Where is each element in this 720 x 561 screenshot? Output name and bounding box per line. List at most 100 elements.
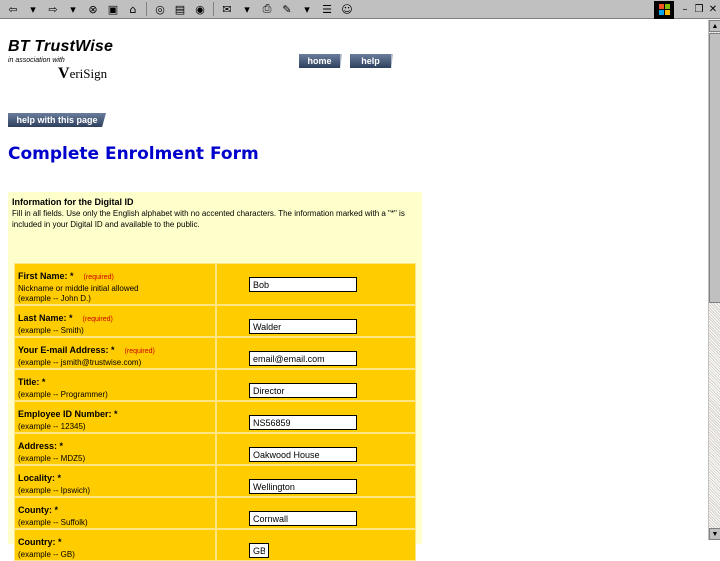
field-label-cell: Your E-mail Address: * (required) (example… [14, 337, 216, 369]
field-label-cell: County: * (example -- Suffolk) [14, 497, 216, 529]
required-note: (required) [124, 348, 155, 355]
field-label-cell: Country: * (example -- GB) [14, 529, 216, 561]
field-label: Title: * [18, 377, 46, 387]
brand-association: in association with [8, 57, 65, 64]
chevron-down-icon[interactable]: ▾ [24, 1, 42, 17]
field-example: (example -- Suffolk) [18, 518, 88, 527]
home-icon[interactable]: ⌂ [124, 1, 142, 17]
page-title: Complete Enrolment Form [8, 144, 259, 164]
field-input-cell [216, 433, 416, 465]
partner-prefix: V [58, 65, 70, 82]
windows-logo-icon [654, 0, 674, 19]
form-row: Employee ID Number: * (example -- 12345) [14, 401, 416, 433]
form-row: Address: * (example -- MDZ5) [14, 433, 416, 465]
stop-icon[interactable]: ⊗ [84, 1, 102, 17]
field-label: Country: * [18, 537, 62, 547]
page-content: BT TrustWise in association with VeriSig… [0, 20, 708, 561]
bt-trustwise-logo: BT TrustWise in association with VeriSig… [8, 38, 113, 83]
info-text: Fill in all fields. Use only the English… [12, 209, 405, 229]
chevron-down-icon[interactable]: ▾ [238, 1, 256, 17]
edit-icon[interactable]: ✎ [278, 1, 296, 17]
messenger-icon[interactable]: ☺ [338, 1, 356, 17]
field-example: (example -- Ipswich) [18, 486, 91, 495]
form-row: Title: * (example -- Programmer) [14, 369, 416, 401]
help-with-this-page-button[interactable]: help with this page [8, 113, 106, 127]
field-label: County: * [18, 505, 58, 515]
help-button[interactable]: help [350, 54, 393, 68]
minimize-icon[interactable]: – [678, 3, 692, 17]
field-label: Locality: * [18, 473, 62, 483]
field-input[interactable] [249, 511, 357, 526]
field-input[interactable] [249, 415, 357, 430]
discuss-icon[interactable]: ☰ [318, 1, 336, 17]
home-button[interactable]: home [299, 54, 342, 68]
brand-name: BT TrustWise [8, 38, 114, 55]
chevron-down-icon[interactable]: ▾ [64, 1, 82, 17]
required-note: (required) [82, 316, 113, 323]
field-input[interactable] [249, 351, 357, 366]
search-icon[interactable]: ◎ [151, 1, 169, 17]
field-input[interactable] [249, 447, 357, 462]
form-row: Locality: * (example -- Ipswich) [14, 465, 416, 497]
field-input-cell [216, 263, 416, 305]
field-label: Address: * [18, 441, 64, 451]
form-row: Last Name: * (required) (example -- Smith) [14, 305, 416, 337]
restore-icon[interactable]: ❐ [692, 3, 706, 17]
history-icon[interactable]: ◉ [191, 1, 209, 17]
scroll-up-icon[interactable]: ▲ [709, 20, 720, 32]
form-row: First Name: * (required) Nickname or middl… [14, 263, 416, 305]
print-icon[interactable]: ⎙ [258, 1, 276, 17]
field-label-cell: Address: * (example -- MDZ5) [14, 433, 216, 465]
field-input-cell [216, 529, 416, 561]
field-input[interactable] [249, 543, 269, 558]
field-input-cell [216, 337, 416, 369]
field-label: Your E-mail Address: * [18, 345, 115, 355]
field-label-cell: Locality: * (example -- Ipswich) [14, 465, 216, 497]
close-icon[interactable]: ✕ [706, 3, 720, 17]
field-example: (example -- GB) [18, 550, 75, 559]
field-example-secondary: (example -- John D.) [18, 294, 91, 303]
field-input-cell [216, 369, 416, 401]
form-row: Your E-mail Address: * (required) (example… [14, 337, 416, 369]
field-example: (example -- MDZ5) [18, 454, 86, 463]
toolbar-divider [213, 2, 214, 16]
form-table: First Name: * (required) Nickname or middl… [14, 263, 416, 561]
partner-rest: eriSign [69, 66, 108, 81]
field-label-cell: First Name: * (required) Nickname or middl… [14, 263, 216, 305]
scroll-down-icon[interactable]: ▼ [709, 528, 720, 540]
field-input[interactable] [249, 277, 357, 292]
enrolment-form: Information for the Digital ID Fill in a… [8, 192, 422, 561]
back-icon[interactable]: ⇦ [4, 1, 22, 17]
field-example: (example -- 12345) [18, 422, 86, 431]
field-label: Last Name: * [18, 313, 73, 323]
field-label-cell: Last Name: * (required) (example -- Smith) [14, 305, 216, 337]
info-title: Information for the Digital ID [12, 197, 134, 207]
refresh-icon[interactable]: ▣ [104, 1, 122, 17]
favorites-icon[interactable]: ▤ [171, 1, 189, 17]
field-input[interactable] [249, 319, 357, 334]
browser-toolbar: ⇦ ▾ ⇨ ▾ ⊗ ▣ ⌂ ◎ ▤ ◉ ✉ ▾ ⎙ ✎ ▾ ☰ ☺ – ❐ ✕ [0, 0, 720, 19]
form-row: Country: * (example -- GB) [14, 529, 416, 561]
field-input[interactable] [249, 383, 357, 398]
field-example: (example -- Programmer) [18, 390, 108, 399]
verisign-logo: VeriSign [58, 65, 113, 83]
field-input[interactable] [249, 479, 357, 494]
field-input-cell [216, 305, 416, 337]
field-input-cell [216, 497, 416, 529]
field-example: Nickname or middle initial allowed [18, 284, 139, 293]
mail-icon[interactable]: ✉ [218, 1, 236, 17]
field-input-cell [216, 465, 416, 497]
field-example: (example -- Smith) [18, 326, 84, 335]
window-controls: – ❐ ✕ [654, 0, 720, 19]
chevron-down-icon[interactable]: ▾ [298, 1, 316, 17]
scroll-thumb[interactable] [709, 33, 720, 303]
field-example: (example -- jsmith@trustwise.com) [18, 358, 142, 367]
field-input-cell [216, 401, 416, 433]
form-row: County: * (example -- Suffolk) [14, 497, 416, 529]
required-note: (required) [83, 274, 114, 281]
forward-icon[interactable]: ⇨ [44, 1, 62, 17]
field-label: Employee ID Number: * [18, 409, 118, 419]
vertical-scrollbar[interactable]: ▲ ▼ [708, 20, 720, 540]
field-label: First Name: * [18, 271, 74, 281]
toolbar-divider [146, 2, 147, 16]
